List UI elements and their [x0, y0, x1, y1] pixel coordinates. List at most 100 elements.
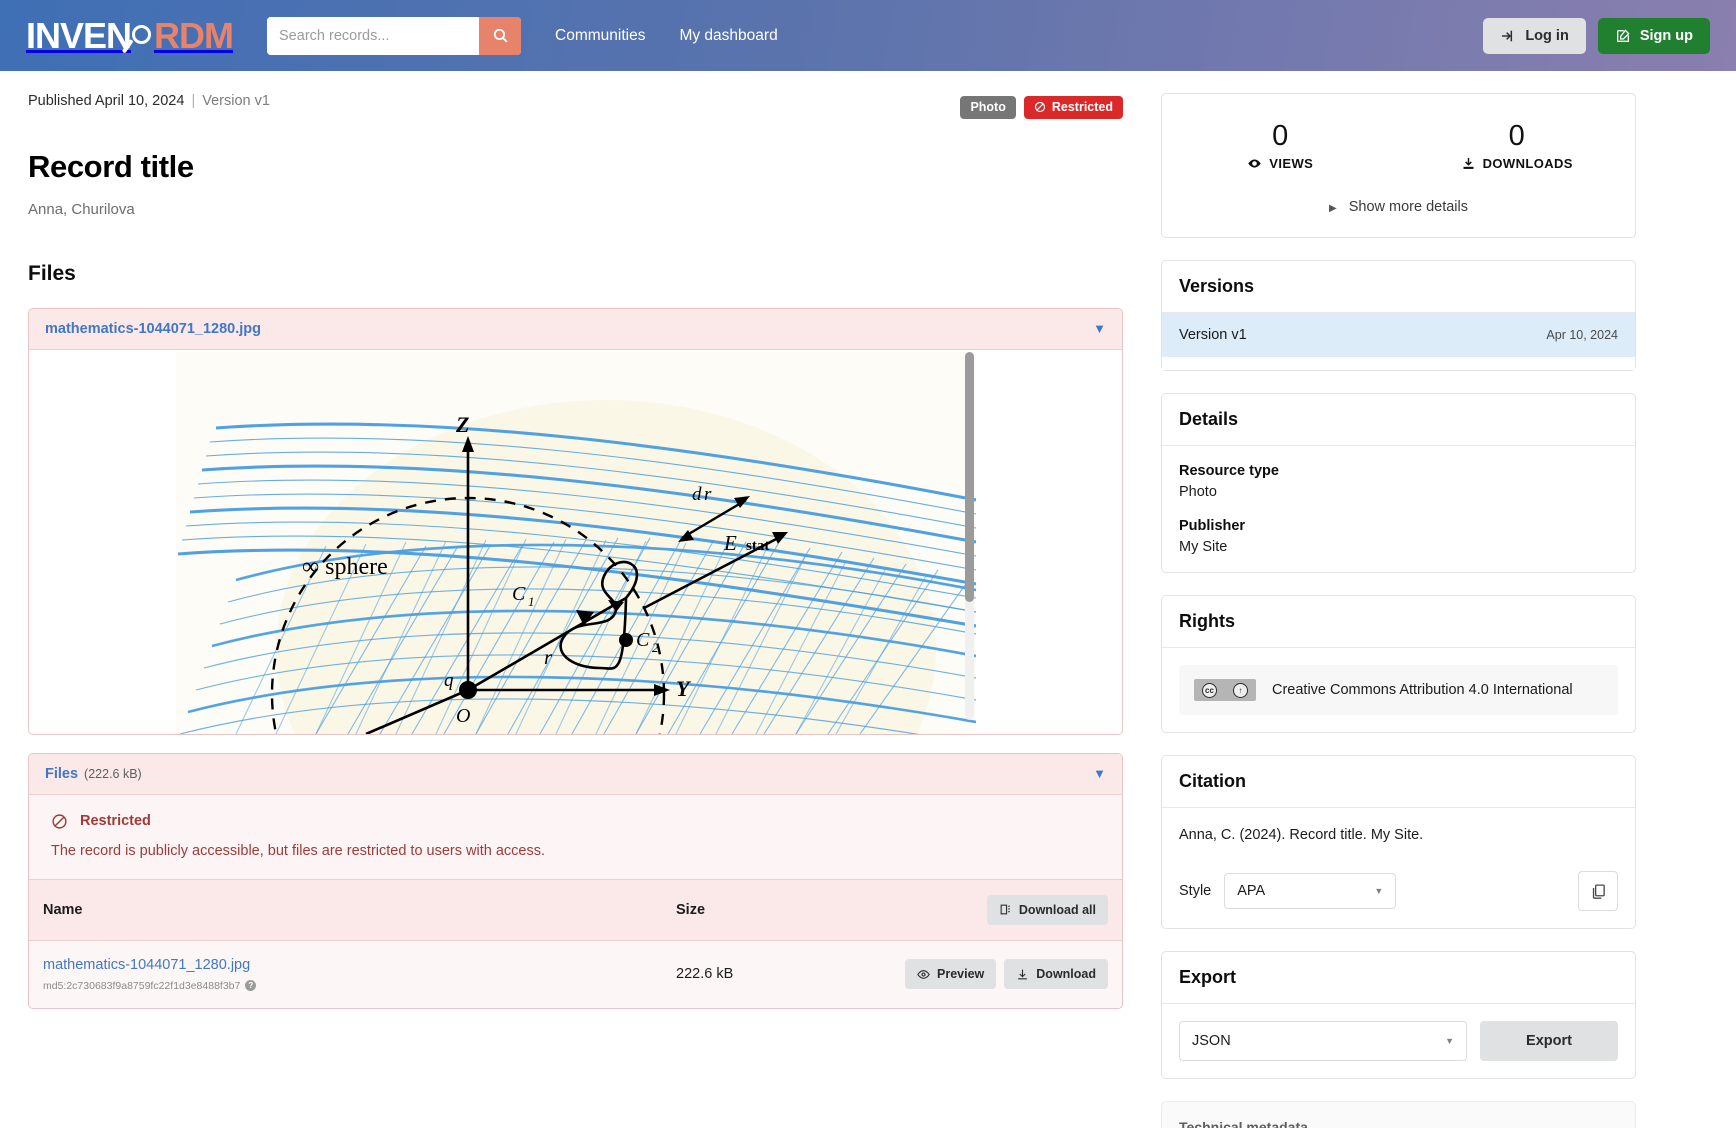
version-item[interactable]: Version v1 Apr 10, 2024	[1162, 313, 1635, 358]
search-bar	[267, 16, 522, 55]
search-button[interactable]	[479, 16, 522, 55]
svg-text:C: C	[636, 629, 650, 651]
file-name-cell: mathematics-1044071_1280.jpg md5:2c73068…	[29, 940, 662, 1008]
detail-value: Photo	[1179, 484, 1217, 501]
technical-metadata-card: Technical metadata Created April 10, 202…	[1161, 1101, 1636, 1128]
brand-text-inven: INVEN	[26, 14, 132, 56]
file-checksum-text: md5:2c730683f9a8759fc22f1d3e8488f3b7	[43, 979, 241, 992]
svg-text:2: 2	[652, 640, 659, 655]
file-actions-cell: Preview Download	[872, 940, 1122, 1008]
help-icon[interactable]: ?	[245, 980, 257, 991]
svg-text:d: d	[692, 484, 702, 505]
statistics-card: 0 VIEWS 0 DOWNLOADS ▶ Show more details	[1161, 93, 1636, 239]
download-all-button[interactable]: Download all	[986, 894, 1108, 925]
svg-text:r⃗: r⃗	[544, 645, 569, 669]
chevron-down-icon[interactable]: ▼	[1093, 322, 1106, 335]
restricted-notice-text: The record is publicly accessible, but f…	[51, 842, 546, 859]
files-card-label[interactable]: Files	[45, 766, 78, 782]
preview-scrollbar[interactable]	[964, 351, 974, 721]
detail-resource-type: Resource type Photo	[1179, 463, 1618, 500]
svg-text:C: C	[512, 583, 526, 605]
license-name: Creative Commons Attribution 4.0 Interna…	[1272, 682, 1573, 699]
file-checksum: md5:2c730683f9a8759fc22f1d3e8488f3b7 ?	[43, 980, 648, 992]
login-button[interactable]: Log in	[1483, 17, 1586, 54]
license-item[interactable]: cc ↑ Creative Commons Attribution 4.0 Int…	[1179, 665, 1618, 716]
export-body: JSON ▼ Export	[1162, 1004, 1635, 1078]
restricted-title-text: Restricted	[80, 813, 151, 829]
record-version: Version v1	[202, 93, 270, 109]
download-button[interactable]: Download	[1004, 959, 1108, 989]
citation-card: Citation Anna, C. (2024). Record title. …	[1161, 755, 1636, 930]
views-caption: VIEWS	[1162, 156, 1399, 171]
search-input[interactable]	[267, 16, 480, 55]
chevron-down-icon: ▼	[1374, 886, 1384, 897]
chevron-down-icon[interactable]: ▼	[1093, 767, 1106, 780]
column-header-actions: Download all	[872, 879, 1122, 941]
nav-actions: Log in Sign up	[1483, 17, 1710, 54]
files-table-header-row: Name Size Download all	[29, 879, 1122, 941]
badge-label-photo: Photo	[970, 100, 1006, 114]
details-title: Details	[1162, 394, 1635, 447]
column-header-size: Size	[662, 879, 872, 941]
restricted-notice-title: Restricted	[51, 813, 1100, 830]
cc-by-icon: cc ↑	[1194, 679, 1256, 702]
export-format-select[interactable]: JSON ▼	[1179, 1021, 1467, 1062]
files-card: Files (222.6 kB) ▼ Restricted The record…	[28, 752, 1123, 1009]
versions-card: Versions Version v1 Apr 10, 2024	[1161, 260, 1636, 372]
file-name-link[interactable]: mathematics-1044071_1280.jpg	[43, 957, 250, 973]
triangle-right-icon: ▶	[1328, 203, 1337, 215]
nav-link-communities[interactable]: Communities	[555, 27, 645, 45]
downloads-count: 0	[1508, 120, 1525, 152]
file-preview-body: Z Y q O r⃗ C1 C2 d r⃗ E⃗ stat ∞ sphere	[29, 349, 1122, 734]
info-separator: |	[191, 93, 196, 109]
rights-card: Rights cc ↑ Creative Commons Attribution …	[1161, 595, 1636, 734]
stat-views: 0 VIEWS	[1162, 121, 1399, 171]
publication-info: Published April 10, 2024 | Version v1	[28, 93, 270, 109]
versions-title: Versions	[1162, 261, 1635, 314]
table-row: mathematics-1044071_1280.jpg md5:2c73068…	[29, 940, 1122, 1008]
download-all-label: Download all	[1018, 902, 1096, 917]
downloads-caption: DOWNLOADS	[1399, 156, 1636, 171]
preview-filename-link[interactable]: mathematics-1044071_1280.jpg	[45, 321, 261, 337]
brand-text-rdm: RDM	[154, 14, 234, 56]
citation-style-value: APA	[1237, 883, 1266, 900]
download-icon	[1463, 158, 1474, 170]
top-navbar: INVEN RDM Communities My dashboard Log i…	[0, 0, 1736, 71]
downloads-label: DOWNLOADS	[1482, 156, 1573, 172]
physics-diagram-svg: Z Y q O r⃗ C1 C2 d r⃗ E⃗ stat ∞ sphere	[175, 349, 976, 734]
svg-text:q: q	[444, 670, 454, 691]
preview-button[interactable]: Preview	[905, 959, 997, 989]
svg-text:Z: Z	[455, 412, 469, 437]
detail-label: Resource type	[1179, 463, 1279, 480]
version-date: Apr 10, 2024	[1546, 328, 1618, 343]
version-label: Version v1	[1179, 327, 1247, 344]
file-size-cell: 222.6 kB	[662, 940, 872, 1008]
brand-logo[interactable]: INVEN RDM	[26, 14, 234, 57]
file-preview-header: mathematics-1044071_1280.jpg ▼	[29, 308, 1122, 350]
show-more-details-button[interactable]: ▶ Show more details	[1162, 179, 1635, 237]
export-controls: JSON ▼ Export	[1179, 1021, 1618, 1062]
search-icon	[493, 28, 508, 43]
published-date: Published April 10, 2024	[28, 93, 185, 109]
signup-label: Sign up	[1639, 27, 1693, 44]
archive-icon	[1000, 904, 1010, 915]
preview-image: Z Y q O r⃗ C1 C2 d r⃗ E⃗ stat ∞ sphere	[175, 349, 976, 734]
chevron-down-icon: ▼	[1445, 1036, 1454, 1047]
copy-icon	[1592, 884, 1605, 899]
download-label: Download	[1036, 967, 1096, 981]
preview-label: Preview	[937, 967, 985, 981]
citation-style-select[interactable]: APA ▼	[1224, 873, 1397, 910]
edit-pencil-icon	[1616, 28, 1630, 42]
login-label: Log in	[1525, 27, 1569, 44]
files-section-heading: Files	[28, 261, 76, 285]
views-label: VIEWS	[1269, 156, 1314, 172]
nav-links: Communities My dashboard	[555, 27, 778, 45]
sign-in-icon	[1502, 30, 1513, 41]
ban-icon	[1034, 102, 1045, 113]
restricted-notice: Restricted The record is publicly access…	[29, 794, 1122, 880]
nav-link-my-dashboard[interactable]: My dashboard	[679, 27, 777, 45]
export-button[interactable]: Export	[1480, 1021, 1618, 1062]
statistics-row: 0 VIEWS 0 DOWNLOADS	[1162, 94, 1635, 179]
copy-citation-button[interactable]	[1578, 871, 1618, 912]
signup-button[interactable]: Sign up	[1597, 17, 1710, 54]
